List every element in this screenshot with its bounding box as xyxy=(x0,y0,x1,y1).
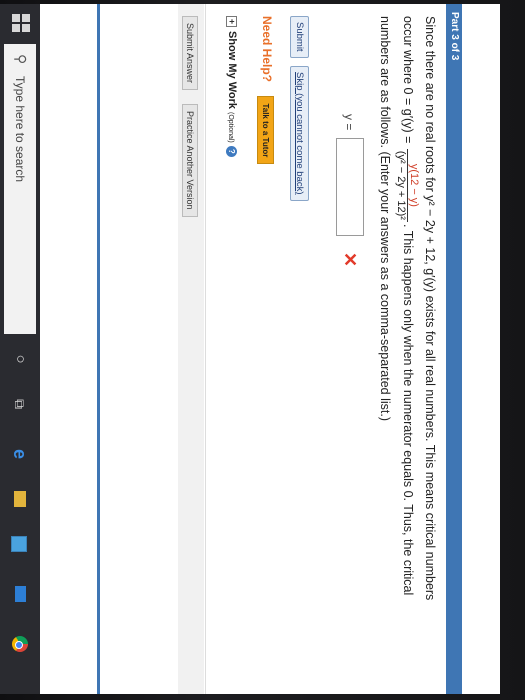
mail-icon[interactable] xyxy=(10,584,30,604)
incorrect-x-icon: ✕ xyxy=(340,252,360,268)
problem-line-1: Since there are no real roots for y² − 2… xyxy=(420,16,440,686)
part-header: Part 3 of 3 xyxy=(446,4,462,694)
task-view-icon[interactable]: ⧉ xyxy=(10,394,30,414)
windows-start-icon[interactable] xyxy=(10,14,30,34)
problem-line-1-expr: y² − 2y + 12 xyxy=(423,195,437,262)
optional-label: (Optional) xyxy=(227,112,234,143)
problem-line-2-text-b: . This happens only when the numerator e… xyxy=(401,223,416,596)
search-icon: ⚲ xyxy=(13,54,29,65)
skip-button[interactable]: Skip (you cannot come back) xyxy=(290,66,309,201)
submit-button[interactable]: Submit xyxy=(290,16,309,58)
help-question-icon[interactable]: ? xyxy=(226,145,237,157)
problem-line-2-text-a: occur where 0 = g′(y) = xyxy=(401,16,416,144)
divider xyxy=(205,4,206,694)
file-explorer-icon[interactable] xyxy=(10,489,30,509)
fraction-denominator: (y² − 2y + 12)² xyxy=(395,150,407,220)
webassign-page: Part 3 of 3 Since there are no real root… xyxy=(40,4,500,694)
cortana-icon[interactable]: ○ xyxy=(10,349,30,369)
show-my-work-row[interactable]: + Show My Work (Optional)? xyxy=(226,16,238,157)
answer-input[interactable] xyxy=(336,138,364,236)
problem-line-1-text-a: Since there are no real roots for xyxy=(423,16,437,196)
store-icon[interactable] xyxy=(10,534,30,554)
taskbar-search-box[interactable]: ⚲ Type here to search xyxy=(4,44,36,334)
problem-line-2: occur where 0 = g′(y) = y(12 − y) (y² − … xyxy=(395,16,420,686)
problem-text: Since there are no real roots for y² − 2… xyxy=(375,16,440,686)
edge-browser-icon[interactable]: e xyxy=(10,444,30,464)
submit-row: Submit Skip (you cannot come back) xyxy=(290,16,310,205)
need-help-label: Need Help? xyxy=(260,16,274,83)
problem-line-3: numbers are as follows. (Enter your answ… xyxy=(378,16,392,422)
problem-line-1-text-b: , g′(y) exists for all real numbers. Thi… xyxy=(423,261,437,601)
answer-row: y = ✕ xyxy=(330,114,364,414)
submit-answer-button[interactable]: Submit Answer xyxy=(182,16,198,91)
monitor-screen: Part 3 of 3 Since there are no real root… xyxy=(0,4,500,694)
show-my-work-label[interactable]: Show My Work xyxy=(226,31,238,109)
expand-plus-icon[interactable]: + xyxy=(226,16,237,27)
section-rule xyxy=(97,4,100,694)
search-placeholder: Type here to search xyxy=(13,76,27,183)
chrome-icon[interactable] xyxy=(10,634,30,654)
derivative-fraction: y(12 − y) (y² − 2y + 12)² xyxy=(395,148,420,222)
talk-to-tutor-button[interactable]: Talk to a Tutor xyxy=(257,96,274,165)
bottom-actions-bar: Submit Answer Practice Another Version xyxy=(178,4,204,694)
need-help-row: Need Help? Talk to a Tutor xyxy=(257,16,276,165)
windows-taskbar: ⚲ Type here to search ○ ⧉ e xyxy=(0,4,40,694)
answer-label: y = xyxy=(342,114,356,131)
fraction-numerator: y(12 − y) xyxy=(407,148,420,222)
practice-another-version-button[interactable]: Practice Another Version xyxy=(182,104,198,217)
